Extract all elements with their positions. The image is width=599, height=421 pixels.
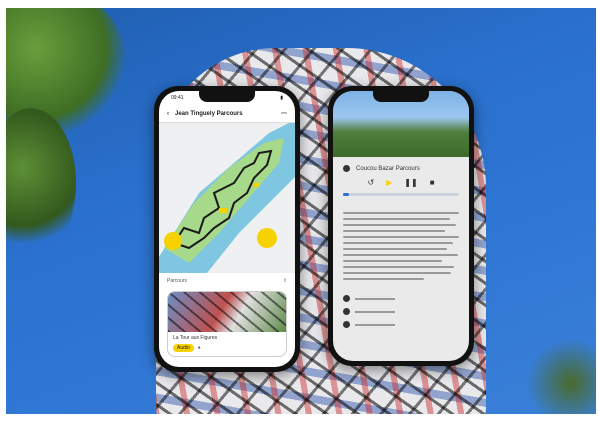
skip-back-icon[interactable]: ↺ [367,178,374,187]
card-tag: Audio [173,344,194,352]
map-marker [164,232,182,250]
card-image [168,292,286,332]
play-icon[interactable]: ▶ [386,178,392,187]
list-item[interactable] [333,318,469,331]
share-icon[interactable]: ⇪ [283,278,287,284]
page-title: Jean Tinguely Parcours [175,110,243,117]
poi-card[interactable]: La Tour aux Figures Audio ● [167,291,287,357]
map-marker [219,208,227,213]
location-pin-icon: ● [197,345,201,351]
back-chevron-icon[interactable]: ‹ [167,111,169,117]
battery-icon: ▮ [280,95,283,101]
right-phone: Coucou Bazar Parcours ↺ ▶ ❚❚ ■ [328,86,474,366]
player-controls: ↺ ▶ ❚❚ ■ [333,176,469,189]
map-marker [257,228,277,248]
left-phone: 09:41 ▮ ‹ Jean Tinguely Parcours ⋯ Parco… [154,86,300,372]
route-row: Parcours ⇪ [159,273,295,289]
transcript-text [333,200,469,292]
track-title: Coucou Bazar Parcours [356,165,420,172]
stop-icon[interactable]: ■ [430,178,435,187]
list-icon [343,308,350,315]
map-graphic [159,123,295,273]
tree-foliage [526,338,596,414]
right-phone-screen: Coucou Bazar Parcours ↺ ▶ ❚❚ ■ [333,91,469,361]
map-marker [254,183,260,187]
menu-icon[interactable]: ⋯ [281,110,287,117]
progress-bar[interactable] [343,193,459,196]
progress-fill [343,193,349,196]
list-icon [343,321,350,328]
pause-icon[interactable]: ❚❚ [404,178,417,187]
list-icon [343,295,350,302]
left-phone-screen: 09:41 ▮ ‹ Jean Tinguely Parcours ⋯ Parco… [159,91,295,367]
map[interactable] [159,123,295,273]
route-label: Parcours [167,278,188,284]
background-photo: 09:41 ▮ ‹ Jean Tinguely Parcours ⋯ Parco… [6,8,596,414]
card-meta: Audio ● [168,344,286,356]
list-item[interactable] [333,305,469,318]
phone-notch [373,91,429,102]
track-row: Coucou Bazar Parcours [333,157,469,176]
map-header: ‹ Jean Tinguely Parcours ⋯ [159,105,295,123]
card-title: La Tour aux Figures [173,335,218,341]
speaker-icon [343,165,350,172]
status-time: 09:41 [171,95,184,101]
list-item[interactable] [333,292,469,305]
phone-notch [199,91,255,102]
